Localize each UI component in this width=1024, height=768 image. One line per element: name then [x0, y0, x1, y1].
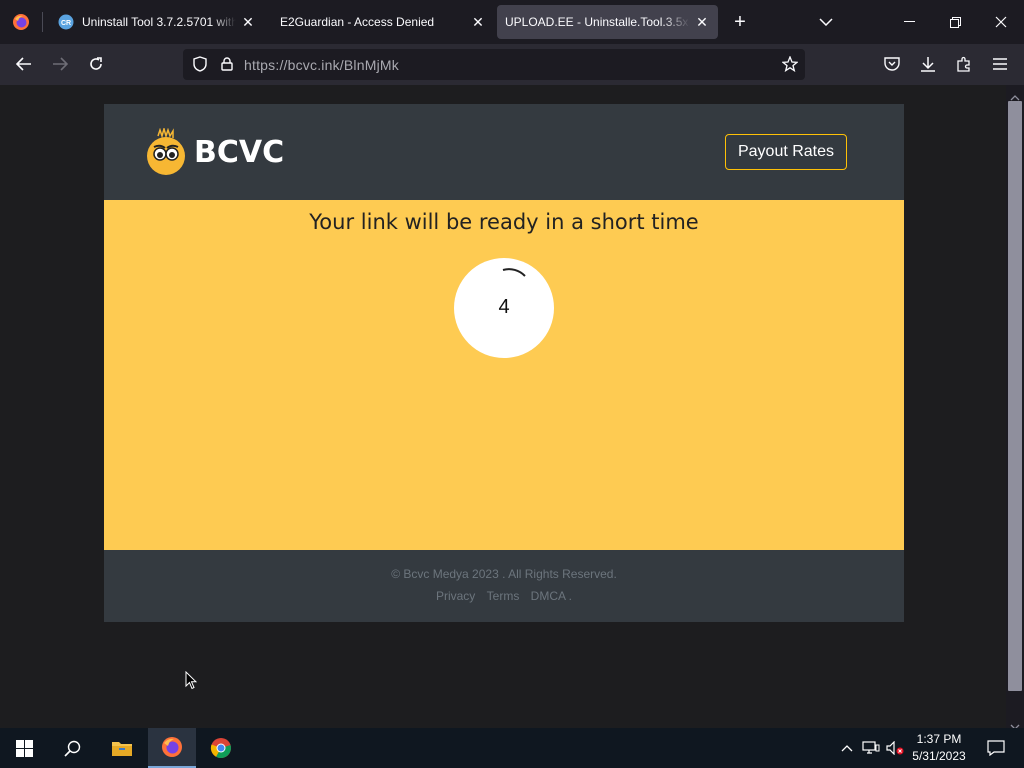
close-window-icon[interactable] [986, 10, 1016, 34]
countdown-circle: 4 [454, 258, 554, 358]
copyright-text: © Bcvc Medya 2023 . All Rights Reserved. [391, 567, 617, 581]
extensions-icon[interactable] [952, 52, 976, 76]
site-footer: © Bcvc Medya 2023 . All Rights Reserved.… [104, 550, 904, 622]
network-icon[interactable] [860, 728, 882, 768]
windows-start-icon[interactable] [0, 728, 48, 768]
tab-uninstall-tool[interactable]: CR Uninstall Tool 3.7.2.5701 with Patch … [46, 5, 264, 39]
mouse-cursor-icon [185, 670, 198, 695]
chrome-icon[interactable] [197, 728, 245, 768]
ready-message: Your link will be ready in a short time [309, 210, 699, 234]
vertical-scrollbar[interactable] [1006, 85, 1024, 730]
file-explorer-icon[interactable] [98, 728, 146, 768]
navigation-bar: https://bcvc.ink/BlnMjMk [0, 44, 1024, 85]
tab-e2guardian[interactable]: E2Guardian - Access Denied ✕ [268, 5, 494, 39]
owl-mascot-icon [147, 128, 185, 175]
notifications-icon[interactable] [972, 728, 1020, 768]
terms-link[interactable]: Terms [487, 589, 520, 603]
logo-text: BCVC [194, 134, 285, 170]
reload-icon[interactable] [84, 52, 108, 76]
dmca-link[interactable]: DMCA . [531, 589, 572, 603]
hamburger-menu-icon[interactable] [988, 52, 1012, 76]
page-content: BCVC Payout Rates Your link will be read… [0, 85, 1006, 728]
lock-icon[interactable] [216, 53, 238, 75]
clock-date: 5/31/2023 [912, 749, 966, 763]
forward-icon[interactable] [48, 52, 72, 76]
tab-separator [42, 12, 43, 32]
tab-title: UPLOAD.EE - Uninstalle.Tool.3.5x.Patch [505, 15, 690, 29]
tab-upload-ee[interactable]: UPLOAD.EE - Uninstalle.Tool.3.5x.Patch ✕ [497, 5, 718, 39]
cr-favicon-icon: CR [58, 14, 74, 30]
new-tab-icon[interactable]: + [728, 10, 752, 34]
restore-icon[interactable] [940, 10, 970, 34]
firefox-menu-icon[interactable] [0, 0, 42, 44]
downloads-icon[interactable] [916, 52, 940, 76]
windows-taskbar: 1:37 PM 5/31/2023 [0, 728, 1024, 768]
clock-time: 1:37 PM [916, 732, 962, 746]
bookmark-star-icon[interactable] [779, 53, 801, 75]
footer-links: Privacy Terms DMCA . [104, 589, 904, 603]
payout-rates-button[interactable]: Payout Rates [725, 134, 847, 170]
url-text: https://bcvc.ink/BlnMjMk [244, 57, 399, 73]
tab-title: Uninstall Tool 3.7.2.5701 with Patch [82, 15, 236, 29]
back-icon[interactable] [12, 52, 36, 76]
firefox-taskbar-icon[interactable] [148, 728, 196, 768]
tab-bar: CR Uninstall Tool 3.7.2.5701 with Patch … [0, 0, 1024, 44]
countdown-number: 4 [498, 296, 510, 318]
tab-title: E2Guardian - Access Denied [280, 15, 435, 29]
shield-icon[interactable] [189, 53, 211, 75]
privacy-link[interactable]: Privacy [436, 589, 475, 603]
url-bar[interactable]: https://bcvc.ink/BlnMjMk [183, 49, 805, 80]
bcvc-logo[interactable]: BCVC [146, 128, 284, 176]
svg-text:CR: CR [61, 20, 71, 27]
volume-muted-icon[interactable] [884, 728, 906, 768]
minimize-icon[interactable] [894, 10, 924, 34]
search-icon[interactable] [48, 728, 96, 768]
scrollbar-thumb[interactable] [1008, 101, 1022, 691]
tab-close-icon[interactable]: ✕ [466, 10, 490, 34]
show-hidden-icons-chevron-icon[interactable] [836, 728, 858, 768]
system-clock[interactable]: 1:37 PM 5/31/2023 [908, 731, 970, 765]
tab-list-chevron-icon[interactable] [814, 10, 838, 34]
tab-close-icon[interactable]: ✕ [236, 10, 260, 34]
tab-close-icon[interactable]: ✕ [690, 10, 714, 34]
countdown-section: Your link will be ready in a short time … [104, 200, 904, 550]
site-header: BCVC Payout Rates [104, 104, 904, 200]
pocket-icon[interactable] [880, 52, 904, 76]
